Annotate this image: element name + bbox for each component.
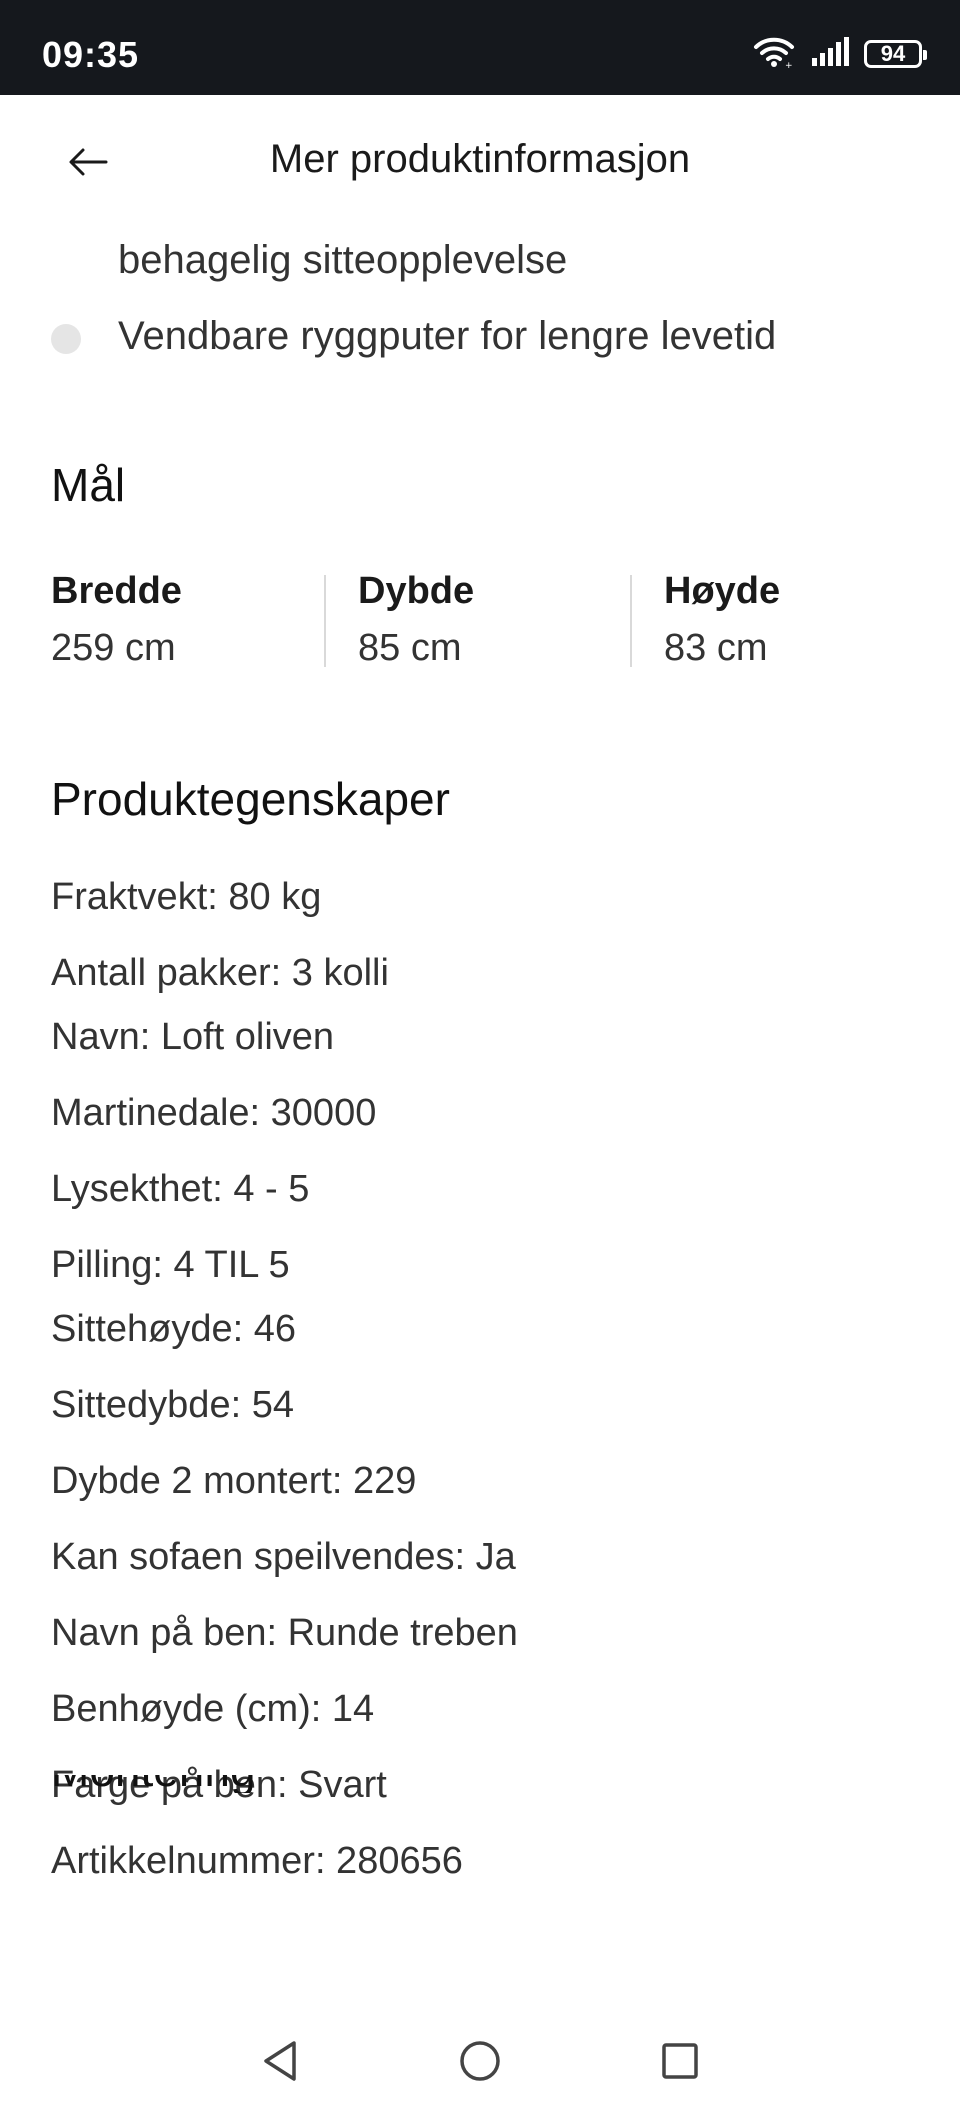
property-item: Martinedale: 30000 [51,1092,377,1134]
bullet-dot [51,324,81,354]
header: Mer produktinformasjon [0,95,960,235]
nav-home-button[interactable] [452,2035,508,2091]
page-title: Mer produktinformasjon [269,137,691,181]
property-item: Lysekthet: 4 - 5 [51,1168,310,1210]
property-item: Dybde 2 montert: 229 [51,1460,417,1502]
property-item: Fraktvekt: 80 kg [51,876,322,918]
recents-square-icon [660,2041,700,2086]
system-nav-bar [0,2005,960,2118]
dimension-divider [630,575,632,667]
battery-level: 94 [880,41,906,66]
signal-icon [810,36,850,73]
feature-text-partial: behagelig sitteopplevelse [118,238,568,282]
nav-back-button[interactable] [252,2035,308,2091]
svg-text:+: + [785,61,793,69]
dimension-divider [324,575,326,667]
property-item: Navn: Loft oliven [51,1016,335,1058]
feature-item: Vendbare ryggputer for lengre levetid [118,314,777,358]
property-item: Benhøyde (cm): 14 [51,1688,375,1730]
property-item: Antall pakker: 3 kolli [51,952,389,994]
dimension-width: Bredde 259 cm [51,565,182,677]
dimension-depth: Dybde 85 cm [358,565,474,677]
dimension-value: 83 cm [664,627,768,669]
dimensions-title: Mål [51,459,126,511]
dimension-label: Høyde [664,570,781,612]
property-item: Sittehøyde: 46 [51,1308,297,1350]
nav-recents-button[interactable] [652,2035,708,2091]
dimension-value: 259 cm [51,627,176,669]
next-section-title-partial: Montering [51,1775,256,1793]
back-triangle-icon [260,2039,300,2088]
dimension-label: Bredde [51,570,182,612]
property-item: Navn på ben: Runde treben [51,1612,518,1654]
wifi-icon: + [752,35,796,74]
dimension-value: 85 cm [358,627,462,669]
property-item: Sittedybde: 54 [51,1384,294,1426]
home-circle-icon [458,2039,502,2088]
status-time: 09:35 [42,34,140,75]
property-item: Pilling: 4 TIL 5 [51,1244,290,1286]
dimension-height: Høyde 83 cm [664,565,780,677]
next-section-title: Montering [51,1775,256,1793]
property-item: Artikkelnummer: 280656 [51,1840,463,1882]
status-icons: + 94 [752,34,927,74]
properties-title: Produktegenskaper [51,773,450,825]
dimension-label: Dybde [358,570,475,612]
property-item: Kan sofaen speilvendes: Ja [51,1536,516,1578]
status-bar: 09:35 + 94 [0,0,960,95]
battery-icon: 94 [864,40,927,68]
